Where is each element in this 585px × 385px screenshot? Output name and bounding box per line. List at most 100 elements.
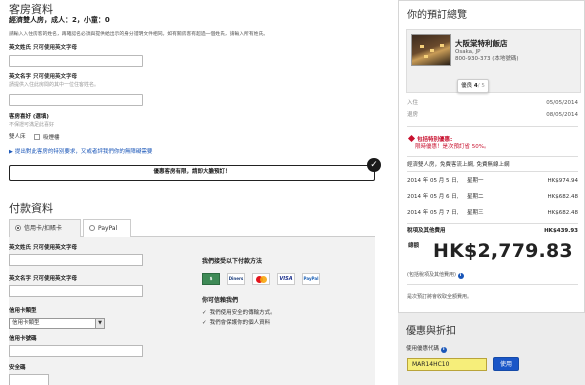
chevron-down-icon[interactable]: ▼ — [95, 319, 104, 328]
diners-club-logo-icon: Diners — [227, 273, 245, 285]
label-hint: 只可使用英文字母 — [32, 74, 77, 80]
special-deal-text: 限時優惠！是次預訂省 50%。 — [415, 144, 490, 150]
smoking-pref-checkbox[interactable]: 吸煙樓 — [34, 134, 60, 142]
night-row: 2014 年 05 月 6 日, 星期二 HK$682.48 — [407, 194, 578, 201]
bed-pref[interactable]: 雙人床 — [9, 134, 26, 141]
total-block: 總額 HK$2,779.83 — [407, 238, 578, 271]
checkbox-icon[interactable] — [34, 134, 40, 140]
info-icon[interactable]: i — [440, 347, 447, 353]
rating-max: / 5 — [477, 83, 485, 89]
checkin-row: 入住 05/05/2014 — [407, 100, 578, 107]
booking-form: 客房資料 經濟雙人房，成人：2，小童：0 請輸入入住房客的姓名，再確認名必須與提… — [0, 0, 385, 385]
card-last-name-label: 英文名字 只可使用英文字母 — [9, 276, 77, 283]
card-last-name-input[interactable] — [9, 285, 143, 297]
room-occupancy: 經濟雙人房，成人：2，小童：0 — [9, 16, 110, 24]
divider — [407, 156, 578, 157]
bed-pref-label: 雙人床 — [9, 134, 26, 140]
tab-credit-card[interactable]: 信用卡/扣賬卡 — [9, 219, 81, 238]
smoking-pref-label: 吸煙樓 — [43, 135, 60, 141]
night-date: 2014 年 05 月 5 日, — [407, 178, 459, 184]
tab-paypal[interactable]: PayPal — [83, 219, 131, 237]
label-hint: 只可使用英文字母 — [32, 245, 77, 251]
apply-promo-button[interactable]: 使用 — [493, 357, 519, 371]
divider — [407, 171, 578, 172]
card-number-input[interactable] — [9, 345, 143, 357]
label-text: 英文姓氏 — [9, 245, 32, 251]
night-row: 2014 年 05 月 5 日, 星期一 HK$974.94 — [407, 178, 578, 185]
paypal-logo-icon: PayPal — [302, 273, 320, 285]
checkmark-icon: ✓ — [367, 158, 381, 172]
security-code-input[interactable] — [9, 374, 49, 385]
security-code-label: 安全碼 — [9, 365, 26, 371]
tag-icon — [407, 134, 416, 143]
guest-first-name-input[interactable] — [9, 55, 143, 67]
cash-card-logo-icon: $ — [202, 273, 220, 285]
guest-last-name-input[interactable] — [9, 94, 143, 106]
thumb-light — [430, 49, 434, 52]
card-type-select[interactable]: 信用卡類型 ▼ — [9, 318, 105, 329]
total-label: 總額 — [408, 243, 420, 249]
special-request-text: 提出對此客房的特別要求，又或者評我們你的無障礙需要 — [14, 149, 153, 155]
hotel-phone: 800-930-373 (本地號碼) — [455, 56, 519, 62]
guest-first-name-label: 英文姓氏 只可使用英文字母 — [9, 45, 77, 52]
card-type-value: 信用卡類型 — [12, 320, 40, 326]
visa-logo-icon: VISA — [277, 273, 295, 285]
summary-box: 你的預訂總覽 大阪棠特利飯店 Osaka, JP 800-930-373 (本地… — [398, 0, 585, 313]
triangle-right-icon: ▶ — [9, 149, 13, 155]
label-hint: 只可使用英文字母 — [32, 276, 77, 282]
promo-code-label-text: 使用優惠代碼 — [406, 346, 440, 352]
room-description: 經濟雙人房，免費客流上網, 免費無線上網 — [407, 162, 510, 168]
mastercard-logo-icon — [252, 273, 270, 285]
checkout-row: 退房 08/05/2014 — [407, 112, 578, 119]
booking-summary-sidebar: 你的預訂總覽 大阪棠特利飯店 Osaka, JP 800-930-373 (本地… — [398, 0, 585, 385]
checkin-label: 入住 — [407, 100, 419, 106]
tax-row: 稅項及其他費用 HK$439.93 — [407, 228, 578, 235]
info-icon[interactable]: i — [457, 273, 464, 279]
promo-section-title: 優惠與折扣 — [406, 326, 456, 337]
guest-last-name-sub: 請提供入住此房間的其中一位住客姓名。 — [9, 82, 100, 88]
night-day: 星期二 — [467, 194, 484, 200]
card-type-label: 信用卡類型 — [9, 308, 37, 314]
special-request-link[interactable]: ▶ 提出對此客房的特別要求，又或者評我們你的無障礙需要 — [9, 149, 152, 156]
hotel-thumbnail — [411, 34, 451, 66]
promo-code-label: 使用優惠代碼 i — [406, 346, 447, 353]
night-day: 星期三 — [467, 210, 484, 216]
radio-icon[interactable] — [89, 225, 95, 231]
promo-code-input[interactable] — [407, 358, 487, 371]
night-amount: HK$682.48 — [547, 194, 579, 200]
checkout-label: 退房 — [407, 112, 419, 118]
label-text: 英文姓氏 — [9, 45, 32, 51]
room-pref-sub: 不保證可滿足此喜好 — [9, 122, 55, 128]
thumb-light — [424, 55, 428, 58]
tax-amount: HK$439.93 — [544, 228, 578, 234]
card-first-name-input[interactable] — [9, 254, 143, 266]
check-icon: ✓ — [202, 320, 207, 326]
hotel-location: Osaka, JP — [455, 49, 481, 55]
divider — [407, 223, 578, 224]
rating-label: 優良 — [461, 83, 473, 89]
guest-rating: 優良 4/ 5 — [457, 79, 489, 93]
night-day: 星期一 — [467, 178, 484, 184]
mastercard-yellow-circle — [260, 276, 267, 283]
card-payment-panel: 英文姓氏 只可使用英文字母 英文名字 只可使用英文字母 信用卡類型 信用卡類型 … — [9, 237, 375, 385]
full-charge-note: 是次預訂將會收取全額費用。 — [407, 294, 473, 300]
checkout-date: 08/05/2014 — [546, 112, 578, 118]
hotel-name: 大阪棠特利飯店 — [455, 39, 508, 48]
card-number-label: 信用卡號碼 — [9, 336, 37, 342]
accepted-payments-title: 我們接受以下付款方法 — [202, 258, 263, 265]
card-first-name-label: 英文姓氏 只可使用英文字母 — [9, 245, 77, 252]
room-pref-label: 客房喜好 (選填) — [9, 114, 49, 120]
checkin-date: 05/05/2014 — [546, 100, 578, 106]
thumb-light — [420, 45, 424, 48]
payment-section-title: 付款資料 — [9, 202, 53, 215]
night-row: 2014 年 05 月 7 日, 星期三 HK$682.48 — [407, 210, 578, 217]
total-note-text: (包括稅項及其他費用) — [407, 272, 456, 278]
night-date: 2014 年 05 月 6 日, — [407, 194, 459, 200]
total-amount: HK$2,779.83 — [433, 240, 573, 262]
special-deal-title-text: 包括特別優惠: — [417, 137, 453, 143]
summary-title: 你的預訂總覽 — [407, 10, 467, 21]
label-hint: 只可使用英文字母 — [32, 45, 77, 51]
trust-point-text: 我們使用安全的傳輸方式。 — [209, 310, 276, 316]
radio-selected-icon[interactable] — [15, 225, 21, 231]
tax-label: 稅項及其他費用 — [407, 228, 446, 234]
